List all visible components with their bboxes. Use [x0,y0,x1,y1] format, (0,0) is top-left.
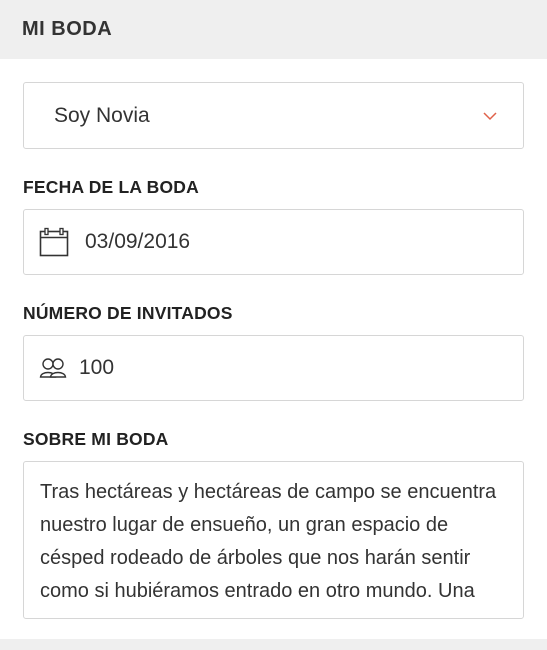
people-icon [39,358,67,378]
chevron-down-icon [483,112,497,121]
guests-value: 100 [79,356,115,379]
about-textarea[interactable]: Tras hectáreas y hectáreas de campo se e… [23,461,524,619]
section-header: MI BODA [0,0,547,59]
footer-divider [0,639,547,650]
guests-field[interactable]: 100 [23,335,524,401]
role-select-value: Soy Novia [54,103,150,127]
section-title: MI BODA [22,18,113,40]
about-label: SOBRE MI BODA [23,429,169,449]
wedding-date-value: 03/09/2016 [85,230,191,253]
guests-label: NÚMERO DE INVITADOS [23,303,233,323]
role-select[interactable]: Soy Novia [23,82,524,149]
calendar-icon [39,227,69,257]
about-text: Tras hectáreas y hectáreas de campo se e… [40,481,497,602]
wedding-date-label: FECHA DE LA BODA [23,177,199,197]
wedding-date-field[interactable]: 03/09/2016 [23,209,524,275]
